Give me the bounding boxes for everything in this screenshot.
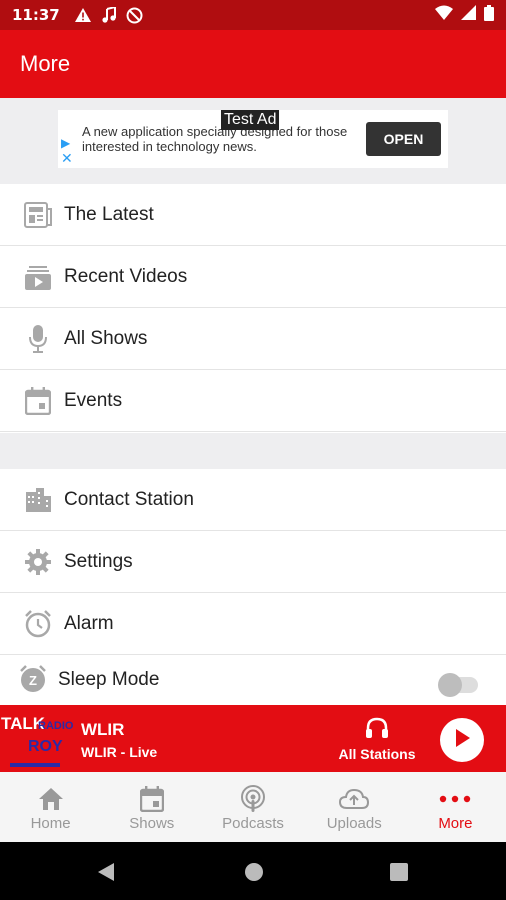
menu-item-all-shows[interactable]: All Shows: [0, 308, 506, 370]
home-icon: [38, 783, 64, 815]
cloud-upload-icon: [339, 783, 370, 815]
ad-banner[interactable]: ▶ ✕ A new application specially designed…: [58, 110, 448, 168]
building-icon: [0, 487, 64, 512]
music-note-icon: [102, 7, 116, 23]
menu-item-settings[interactable]: Settings: [0, 531, 506, 593]
ad-area: ▶ ✕ A new application specially designed…: [0, 98, 506, 184]
nav-shows[interactable]: Shows: [101, 772, 202, 842]
nav-label: Shows: [129, 814, 175, 832]
menu-item-label: Alarm: [64, 612, 114, 634]
system-nav-bar: [0, 842, 506, 900]
menu-item-label: Recent Videos: [64, 265, 188, 287]
alarm-clock-icon: [0, 609, 64, 638]
back-icon[interactable]: [97, 862, 115, 887]
calendar-icon: [139, 783, 164, 815]
menu-item-label: Sleep Mode: [58, 669, 160, 690]
menu-item-label: Contact Station: [64, 488, 194, 510]
station-logo: TALK RADIO ROY: [0, 705, 74, 772]
svg-text:RADIO: RADIO: [38, 720, 74, 732]
close-icon[interactable]: ✕: [61, 150, 73, 167]
nav-podcasts[interactable]: Podcasts: [202, 772, 303, 842]
microphone-icon: [0, 324, 64, 354]
toggle-knob: [438, 673, 462, 697]
ad-choices-icon[interactable]: ▶: [61, 136, 70, 150]
signal-icon: [461, 5, 476, 25]
calendar-icon: [0, 386, 64, 415]
headphones-icon: [365, 717, 389, 743]
ad-text: A new application specially designed for…: [82, 124, 348, 154]
station-name: WLIR: [81, 720, 125, 739]
menu-item-events[interactable]: Events: [0, 370, 506, 432]
menu-item-sleep-mode[interactable]: Z Sleep Mode: [0, 655, 506, 705]
menu-item-label: Settings: [64, 550, 133, 572]
nav-label: Home: [30, 814, 71, 832]
section-divider: [0, 433, 506, 469]
nav-uploads[interactable]: Uploads: [304, 772, 405, 842]
page-title: More: [20, 51, 71, 76]
nav-label: Uploads: [326, 814, 382, 832]
all-stations-label: All Stations: [338, 746, 416, 762]
status-time: 11:37: [12, 6, 60, 24]
station-subtitle: WLIR - Live: [81, 744, 158, 760]
sleep-mode-toggle[interactable]: [438, 673, 478, 697]
wifi-icon: [435, 5, 453, 25]
status-bar: 11:37: [0, 0, 506, 30]
nav-label: More: [438, 814, 473, 832]
svg-text:ROY: ROY: [28, 738, 63, 755]
app-bar: More: [0, 30, 506, 98]
gear-icon: [0, 548, 64, 575]
menu-item-the-latest[interactable]: The Latest: [0, 184, 506, 246]
podcast-icon: [239, 783, 267, 815]
all-stations-button[interactable]: All Stations: [336, 717, 418, 762]
play-button[interactable]: [440, 718, 484, 762]
nav-home[interactable]: Home: [0, 772, 101, 842]
ad-open-button[interactable]: OPEN: [366, 122, 441, 156]
play-icon: [453, 728, 471, 753]
menu-item-label: All Shows: [64, 327, 148, 349]
video-library-icon: [0, 264, 64, 290]
menu-item-label: The Latest: [64, 203, 154, 225]
more-dots-icon: [439, 783, 471, 815]
battery-icon: [484, 4, 494, 26]
bottom-nav: Home Shows Podcasts Uploads More: [0, 772, 506, 842]
warning-icon: [74, 7, 92, 23]
svg-text:Z: Z: [29, 673, 37, 688]
nav-more[interactable]: More: [405, 772, 506, 842]
mini-player[interactable]: TALK RADIO ROY WLIR WLIR - Live All Stat…: [0, 705, 506, 772]
menu-item-contact-station[interactable]: Contact Station: [0, 469, 506, 531]
menu-item-label: Events: [64, 389, 123, 411]
recents-icon[interactable]: [390, 863, 408, 886]
newspaper-icon: [0, 201, 64, 228]
sleep-timer-icon: Z: [0, 665, 58, 693]
ad-tag: Test Ad: [221, 110, 280, 130]
nav-label: Podcasts: [222, 814, 284, 832]
no-disturb-icon: [126, 7, 143, 24]
menu-item-alarm[interactable]: Alarm: [0, 593, 506, 655]
home-circle-icon[interactable]: [244, 862, 264, 887]
menu-item-recent-videos[interactable]: Recent Videos: [0, 246, 506, 308]
